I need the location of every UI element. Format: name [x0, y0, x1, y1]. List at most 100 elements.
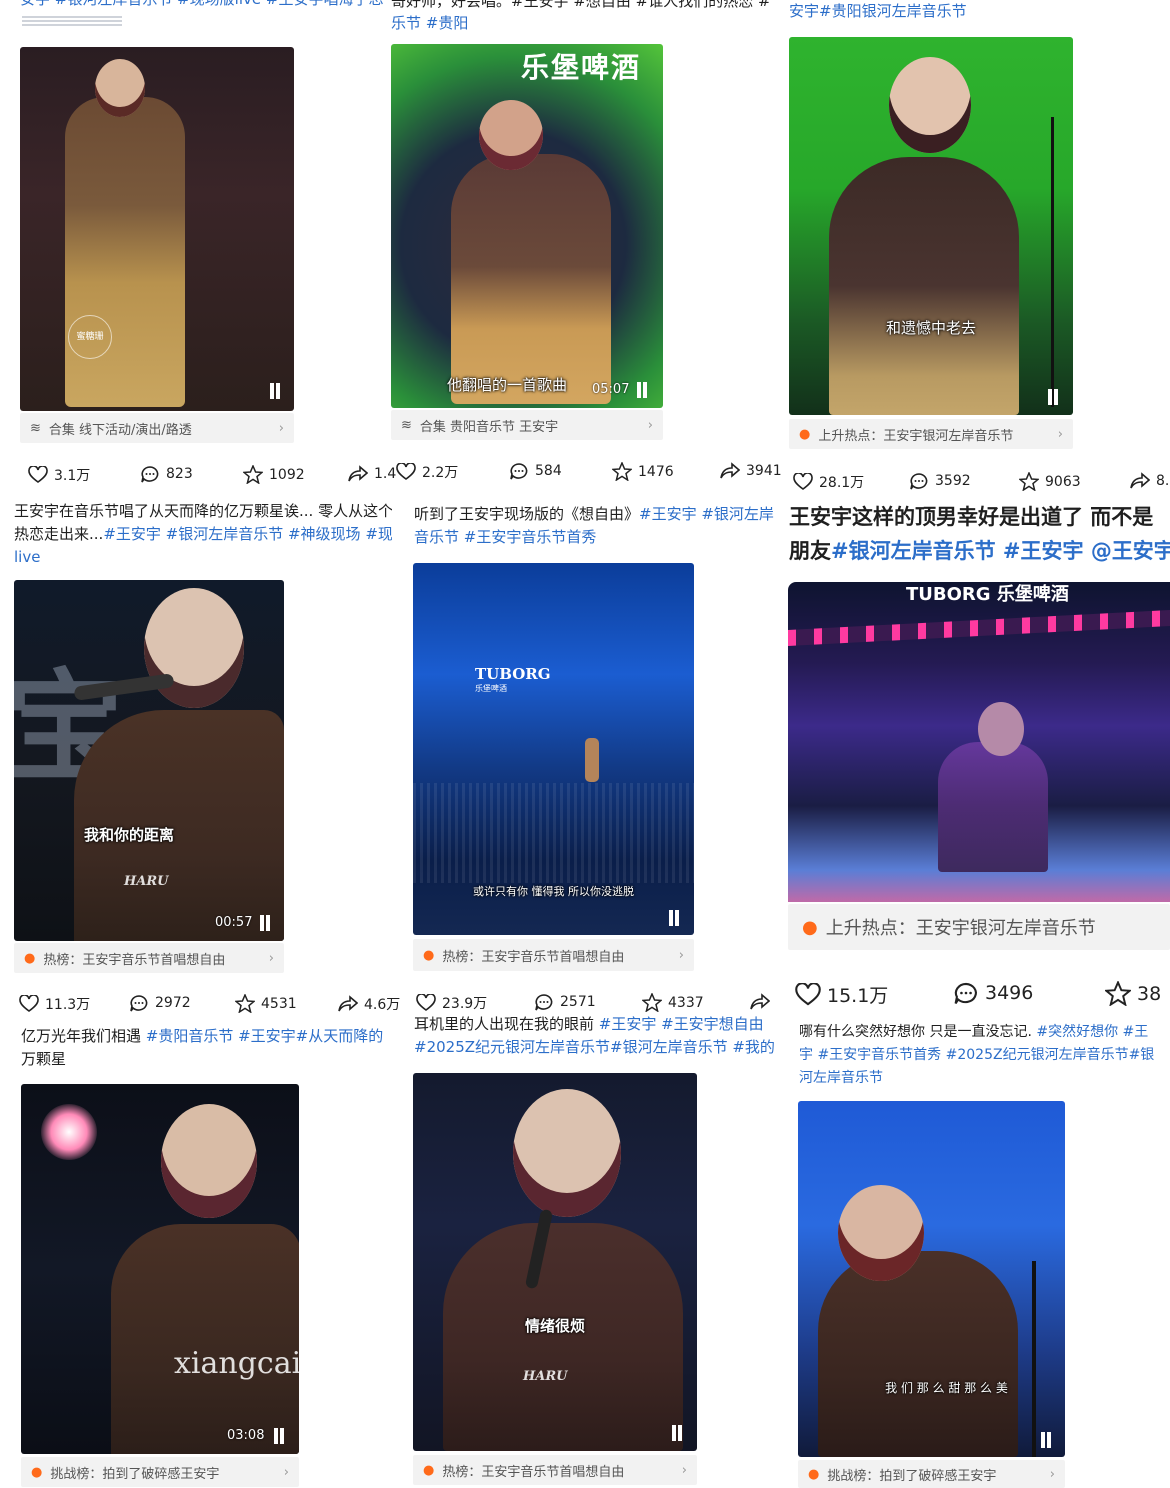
performer-head	[144, 588, 244, 708]
star-icon	[642, 993, 662, 1012]
stars-count: 4531	[261, 995, 297, 1012]
banner-text: 乐堡啤酒	[521, 51, 642, 84]
caption-tags[interactable]: 宇 #王安宇音乐节首秀 #2025Z纪元银河左岸音乐节#银	[799, 1047, 1154, 1063]
likes-stat[interactable]: 3.1万	[28, 465, 90, 485]
pill-text: 上升热点：王安宇银河左岸音乐节	[825, 918, 1096, 939]
pause-icon[interactable]	[268, 383, 282, 399]
caption-tags[interactable]: #王安宇 #银河左岸音乐节 #神级现场 #现场	[103, 525, 392, 543]
pause-icon[interactable]	[670, 1425, 684, 1441]
likes-stat[interactable]: 15.1万	[795, 981, 888, 1008]
share-icon	[720, 462, 740, 479]
flame-icon: ●	[423, 947, 435, 963]
comments-stat[interactable]: 2571	[534, 993, 596, 1011]
video-thumbnail[interactable]: TUBORG 乐堡啤酒	[788, 582, 1170, 902]
stars-stat[interactable]: 1092	[243, 465, 305, 484]
stars-stat[interactable]: 9063	[1019, 472, 1081, 491]
comments-stat[interactable]: 823	[140, 465, 193, 483]
post-caption: 王安宇在音乐节唱了从天而降的亿万颗星诶... 零人从这个 热恋走出来...#王安…	[14, 500, 392, 570]
banner-subtext: 乐堡啤酒	[475, 684, 507, 693]
caption-tags[interactable]: 安宇 #银河左岸音乐节 #现场版live #王安宇唱海子忘	[20, 0, 383, 8]
shares-stat[interactable]: 4.6万	[338, 994, 400, 1014]
shares-stat[interactable]	[750, 993, 776, 1011]
chevron-right-icon: ›	[278, 420, 284, 436]
collection-pill[interactable]: ≋ 合集 线下活动/演出/路透 ›	[20, 413, 294, 443]
comments-stat[interactable]: 3496	[953, 981, 1033, 1005]
pause-icon[interactable]	[1039, 1432, 1053, 1448]
video-thumbnail[interactable]: TUBORG 乐堡啤酒 或许只有你 懂得我 所以你没逃脱	[413, 563, 694, 935]
chevron-right-icon: ›	[681, 1462, 687, 1478]
caption-tags[interactable]: live	[14, 548, 40, 566]
likes-count: 15.1万	[827, 985, 889, 1007]
performer-figure	[818, 1251, 1018, 1457]
star-icon	[1019, 472, 1039, 491]
video-subtitle: 我 们 那 么 甜 那 么 美	[885, 1381, 1008, 1395]
chevron-right-icon: ›	[647, 417, 653, 433]
video-thumbnail[interactable]: 情绪很烦 HARU	[413, 1073, 697, 1451]
collection-pill[interactable]: ≋ 合集 贵阳音乐节 王安宇 ›	[391, 410, 663, 440]
share-icon	[1130, 472, 1150, 489]
performer-head	[889, 57, 971, 153]
caption-line: 哥好帅，好会唱。#王安宇 #想自由 #谁人找们的热恋 #	[391, 0, 771, 10]
stars-count: 1476	[638, 463, 674, 480]
video-thumbnail[interactable]: xiangcai 03:08	[21, 1084, 299, 1454]
post-caption: 耳机里的人出现在我的眼前 #王安宇 #王安宇想自由 #2025Z纪元银河左岸音乐…	[414, 1013, 780, 1061]
watermark-badge: 蜜糖珊	[68, 315, 112, 359]
comment-icon	[910, 473, 928, 490]
video-thumbnail[interactable]: 乐堡啤酒 他翻唱的一首歌曲 05:07	[391, 44, 663, 408]
shares-stat[interactable]: 8.	[1130, 472, 1169, 490]
pill-text: 挑战榜：拍到了破碎感王安宇	[50, 1466, 220, 1482]
heart-icon	[28, 466, 48, 483]
flame-icon: ●	[423, 1462, 435, 1478]
likes-stat[interactable]: 28.1万	[793, 472, 864, 492]
video-duration: 00:57	[215, 915, 253, 930]
video-thumbnail[interactable]: 和遗憾中老去	[789, 37, 1073, 415]
likes-stat[interactable]: 2.2万	[396, 462, 458, 482]
caption-tags[interactable]: 安宇#贵阳银河左岸音乐节	[789, 2, 967, 20]
pause-icon[interactable]	[272, 1428, 286, 1444]
pause-icon[interactable]	[258, 915, 272, 931]
shares-stat[interactable]: 3941	[720, 462, 782, 480]
performer-figure	[443, 1223, 683, 1451]
caption-tags[interactable]: #突然好想你 #王	[1036, 1024, 1148, 1040]
caption-tags[interactable]: #2025Z纪元银河左岸音乐节#银河左岸音乐节 #我的	[414, 1038, 775, 1056]
comments-stat[interactable]: 2972	[129, 994, 191, 1012]
caption-tags[interactable]: 乐节 #贵阳	[391, 12, 779, 34]
shares-stat[interactable]: 1.4	[348, 465, 396, 483]
pause-icon[interactable]	[1046, 389, 1060, 405]
likes-stat[interactable]: 23.9万	[416, 993, 487, 1013]
performer-head	[161, 1104, 257, 1218]
hot-topic-pill[interactable]: ● 上升热点：王安宇银河左岸音乐节	[788, 904, 1170, 950]
hot-topic-pill[interactable]: ● 挑战榜：拍到了破碎感王安宇 ›	[21, 1457, 299, 1487]
video-thumbnail[interactable]: 宝 我和你的距离 HARU 00:57	[14, 580, 284, 941]
hot-topic-pill[interactable]: ● 上升热点：王安宇银河左岸音乐节 ›	[789, 419, 1073, 449]
hot-topic-pill[interactable]: ● 热榜：王安宇音乐节首唱想自由 ›	[413, 939, 694, 971]
caption-tags[interactable]: #贵阳音乐节 #王安宇#从天而降的	[146, 1027, 383, 1045]
hot-topic-pill[interactable]: ● 挑战榜：拍到了破碎感王安宇 ›	[798, 1460, 1065, 1488]
stage-lights	[788, 609, 1170, 647]
stars-stat[interactable]: 4531	[235, 994, 297, 1013]
caption-tags[interactable]: #王安宇 #王安宇想自由	[599, 1015, 764, 1033]
caption-top-1: 安宇 #银河左岸音乐节 #现场版live #王安宇唱海子忘	[20, 0, 390, 10]
stars-stat[interactable]: 1476	[612, 462, 674, 481]
likes-count: 3.1万	[54, 468, 91, 484]
caption-tags[interactable]: 河左岸音乐节	[799, 1070, 883, 1086]
chevron-right-icon: ›	[283, 1464, 289, 1480]
caption-text: 朋友	[789, 539, 831, 563]
comment-icon	[130, 995, 148, 1012]
mic-stand	[1032, 1261, 1036, 1457]
likes-stat[interactable]: 11.3万	[19, 994, 90, 1014]
stars-stat[interactable]: 38	[1105, 981, 1161, 1006]
pause-icon[interactable]	[635, 382, 649, 398]
hot-topic-pill[interactable]: ● 热榜：王安宇音乐节首唱想自由 ›	[14, 943, 284, 973]
comments-stat[interactable]: 3592	[909, 472, 971, 490]
comments-stat[interactable]: 584	[509, 462, 562, 480]
pause-icon[interactable]	[667, 910, 681, 926]
stars-stat[interactable]: 4337	[642, 993, 704, 1012]
video-thumbnail[interactable]: 我 们 那 么 甜 那 么 美	[798, 1101, 1065, 1457]
performer-head	[978, 702, 1024, 756]
performer-head	[513, 1089, 621, 1217]
video-thumbnail[interactable]: 蜜糖珊	[20, 47, 294, 411]
heart-icon	[19, 995, 39, 1012]
comment-icon	[535, 994, 553, 1011]
caption-tags[interactable]: #银河左岸音乐节 #王安宇 @王安宇	[831, 539, 1170, 563]
